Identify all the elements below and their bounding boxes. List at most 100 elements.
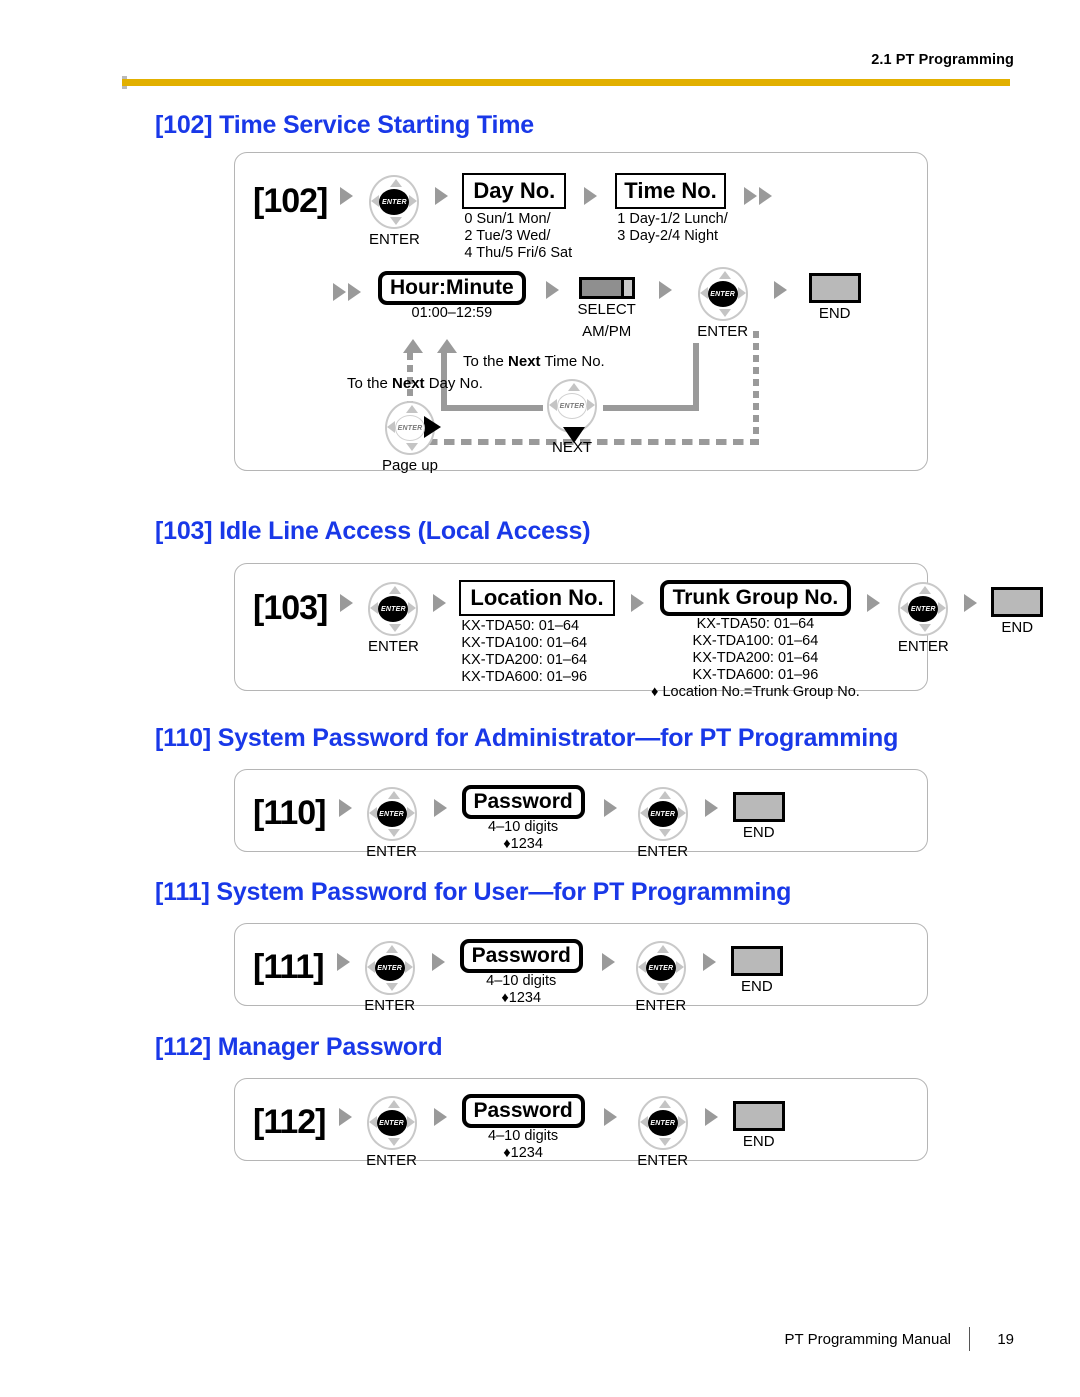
day-note-line3: 4 Thu/5 Fri/6 Sat xyxy=(464,245,573,262)
navigator-caption: ENTER xyxy=(368,231,420,248)
end-button-body xyxy=(732,792,785,822)
loop-solid-horizontal-right xyxy=(603,405,699,411)
end-button-icon[interactable]: END xyxy=(730,946,783,995)
navigator-down-arrow-icon xyxy=(387,1138,400,1146)
loop-dashed-vertical-right xyxy=(753,331,759,445)
end-button-caption: END xyxy=(742,824,775,841)
navigator-right-arrow-icon xyxy=(675,961,684,973)
section-title-102: [102] Time Service Starting Time xyxy=(155,111,534,139)
navigator-up-arrow-icon xyxy=(390,179,403,187)
location-note-line3: KX-TDA200: 01–64 xyxy=(461,652,588,669)
trunk-default-note: ♦ Location No.=Trunk Group No. xyxy=(651,684,860,701)
navigator-up-arrow-icon xyxy=(389,586,402,594)
flow-arrow-icon xyxy=(658,281,672,299)
navigator-up-arrow-icon xyxy=(387,1100,400,1108)
time-note-line2: 3 Day-2/4 Night xyxy=(617,228,719,245)
navigator-up-arrow-icon xyxy=(387,791,400,799)
section-title-103: [103] Idle Line Access (Local Access) xyxy=(155,517,591,545)
navigator-down-arrow-icon xyxy=(718,309,731,317)
password-default-note: ♦1234 xyxy=(503,836,543,853)
flow-arrow-icon xyxy=(603,1108,617,1126)
navigator-enter-icon[interactable]: ENTER ENTER xyxy=(367,173,421,248)
navigator-up-arrow-icon xyxy=(656,945,669,953)
field-box-day-no[interactable]: Day No. 0 Sun/1 Mon/ 2 Tue/3 Wed/ 4 Thu/… xyxy=(462,173,572,261)
field-note-password: 4–10 digits ♦1234 xyxy=(488,819,558,853)
field-box-day-no-label: Day No. xyxy=(473,178,556,203)
navigator-right-arrow-icon xyxy=(404,961,413,973)
diagram-111-row: [111] ENTER ENTER Password 4–10 digits ♦… xyxy=(253,939,783,1014)
navigator-left-arrow-icon xyxy=(900,602,909,614)
end-button-icon[interactable]: END xyxy=(732,1101,785,1150)
end-button-icon[interactable]: END xyxy=(732,792,785,841)
navigator-enter-icon[interactable]: ENTER ENTER xyxy=(696,265,750,340)
end-button-icon[interactable]: END xyxy=(991,587,1044,636)
navigator-down-arrow-icon xyxy=(385,983,398,991)
end-button-icon[interactable]: END xyxy=(808,273,861,322)
location-note-line2: KX-TDA100: 01–64 xyxy=(461,635,588,652)
navigator-up-arrow-icon xyxy=(658,791,671,799)
navigator-up-arrow-icon xyxy=(718,271,731,279)
program-code-102: [102] xyxy=(253,182,328,220)
select-button-icon[interactable]: SELECT AM/PM xyxy=(577,277,636,340)
loop-label-next-time-post: Time No. xyxy=(540,353,605,370)
navigator-caption: ENTER xyxy=(897,638,949,655)
page-footer: PT Programming Manual 19 xyxy=(0,1307,1080,1397)
navigator-left-arrow-icon xyxy=(637,961,646,973)
navigator-left-arrow-icon xyxy=(368,1116,377,1128)
field-box-location-no[interactable]: Location No. KX-TDA50: 01–64 KX-TDA100: … xyxy=(459,580,615,685)
navigator-enter-icon[interactable]: ENTER ENTER xyxy=(636,1094,690,1169)
navigator-left-arrow-icon xyxy=(639,1116,648,1128)
loop-arrow-up-day xyxy=(403,339,423,353)
navigator-left-arrow-icon xyxy=(699,287,708,299)
field-note-hour-minute: 01:00–12:59 xyxy=(411,305,493,321)
flow-arrow-icon xyxy=(773,281,787,299)
navigator-enter-hub: ENTER xyxy=(374,955,405,981)
navigator-enter-icon[interactable]: ENTER ENTER xyxy=(363,939,417,1014)
loop-label-next-day-pre: To the xyxy=(347,375,393,392)
navigator-enter-icon[interactable]: ENTER ENTER xyxy=(365,785,419,860)
flow-arrow-icon xyxy=(433,594,447,612)
flow-arrow-icon xyxy=(743,187,757,205)
select-button-caption: SELECT xyxy=(577,301,636,318)
field-box-password[interactable]: Password 4–10 digits ♦1234 xyxy=(461,1094,585,1161)
select-button-subcaption: AM/PM xyxy=(582,323,632,340)
day-note-line1: 0 Sun/1 Mon/ xyxy=(464,211,551,227)
loop-label-next-time: To the Next Time No. xyxy=(463,353,605,370)
field-box-password[interactable]: Password 4–10 digits ♦1234 xyxy=(459,939,583,1006)
navigator-enter-icon[interactable]: ENTER ENTER xyxy=(365,1094,419,1169)
flow-arrow-icon xyxy=(431,953,445,971)
field-box-password[interactable]: Password 4–10 digits ♦1234 xyxy=(461,785,585,852)
navigator-enter-icon[interactable]: ENTER ENTER xyxy=(896,580,950,655)
flow-arrow-icon xyxy=(545,281,559,299)
navigator-enter-hub: ENTER xyxy=(647,801,678,827)
field-note-password: 4–10 digits ♦1234 xyxy=(488,1128,558,1162)
navigator-enter-hub: ENTER xyxy=(376,1110,407,1136)
field-box-trunk-group-no[interactable]: Trunk Group No. KX-TDA50: 01–64 KX-TDA10… xyxy=(651,580,860,700)
navigator-up-arrow-icon xyxy=(385,945,398,953)
field-note-day-no: 0 Sun/1 Mon/ 2 Tue/3 Wed/ 4 Thu/5 Fri/6 … xyxy=(464,211,572,262)
loop-label-next-day: To the Next Day No. xyxy=(347,375,483,392)
navigator-down-arrow-icon xyxy=(406,443,418,451)
field-box-hour-minute[interactable]: Hour:Minute 01:00–12:59 xyxy=(378,271,526,321)
navigator-enter-icon[interactable]: ENTER ENTER xyxy=(636,785,690,860)
time-note-line1: 1 Day-1/2 Lunch/ xyxy=(617,211,728,227)
flow-arrow-icon xyxy=(336,953,350,971)
field-box-location-no-label: Location No. xyxy=(470,585,604,610)
loop-label-next-day-bold: Next xyxy=(392,375,425,392)
loop-label-next-time-pre: To the xyxy=(463,353,509,370)
navigator-enter-icon[interactable]: ENTER ENTER xyxy=(634,939,688,1014)
flow-arrow-icon xyxy=(964,594,978,612)
navigator-page-up-icon[interactable]: ENTER Page up xyxy=(382,399,441,474)
field-box-password-label: Password xyxy=(473,1099,573,1122)
navigator-down-arrow-icon xyxy=(658,1138,671,1146)
navigator-right-arrow-active-icon xyxy=(424,416,441,438)
field-box-time-no[interactable]: Time No. 1 Day-1/2 Lunch/ 3 Day-2/4 Nigh… xyxy=(615,173,728,244)
navigator-enter-icon[interactable]: ENTER ENTER xyxy=(366,580,420,655)
navigator-next-icon[interactable]: ENTER NEXT xyxy=(545,377,599,456)
password-digits-note: 4–10 digits xyxy=(488,1128,559,1144)
navigator-enter-hub: ENTER xyxy=(647,1110,678,1136)
field-note-password: 4–10 digits ♦1234 xyxy=(486,973,556,1007)
navigator-right-arrow-icon xyxy=(677,807,686,819)
navigator-left-arrow-icon xyxy=(370,602,379,614)
navigator-caption: ENTER xyxy=(366,843,417,860)
